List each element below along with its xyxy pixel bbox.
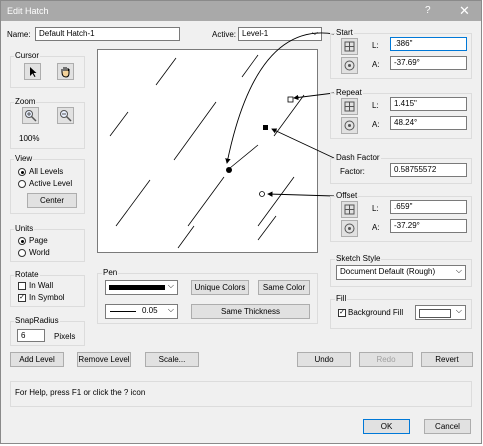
sketch-style-value: Document Default (Rough) [340,267,436,276]
add-level-button[interactable]: Add Level [10,352,64,367]
repeat-length-field[interactable]: 1.415" [390,97,467,111]
help-box: For Help, press F1 or click the ? icon [10,381,472,407]
background-fill-label: Background Fill [348,308,404,317]
fill-color-swatch [419,309,451,318]
edit-hatch-dialog: Edit Hatch ? ✕ Name: Default Hatch-1 Act… [0,0,482,444]
pen-title: Pen [102,268,119,277]
repeat-grid-button[interactable] [341,98,358,115]
scale-button[interactable]: Scale... [145,352,199,367]
sketch-style-title: Sketch Style [335,254,382,263]
grid-snap-icon [344,101,355,112]
offset-angle-field[interactable]: -37.29° [390,219,467,233]
repeat-title: Repeat [335,88,363,97]
offset-l-label: L: [372,204,379,213]
redo-button[interactable]: Redo [359,352,413,367]
chevron-down-icon: ⌵ [167,305,174,314]
chevron-down-icon: ⌵ [455,306,462,315]
revert-button[interactable]: Revert [421,352,473,367]
repeat-angle-field[interactable]: 48.24° [390,116,467,130]
start-title: Start [335,28,354,37]
start-a-label: A: [372,60,380,69]
start-l-label: L: [372,41,379,50]
start-angle-field[interactable]: -37.69° [390,56,467,70]
pen-color-select[interactable]: ⌵ [105,280,178,295]
start-length-field[interactable]: .386" [390,37,467,51]
offset-pick-button[interactable] [341,220,358,237]
offset-a-label: A: [372,223,380,232]
grid-snap-icon [344,41,355,52]
ok-button[interactable]: OK [363,419,410,434]
same-color-button[interactable]: Same Color [258,280,310,295]
background-fill-checkbox[interactable]: ✓ [338,309,346,317]
pen-color-swatch [109,285,165,290]
start-grid-button[interactable] [341,38,358,55]
cancel-button[interactable]: Cancel [424,419,471,434]
target-pick-icon [344,223,355,234]
offset-grid-button[interactable] [341,201,358,218]
dash-factor-field[interactable]: 0.58755572 [390,163,467,177]
dash-factor-label: Factor: [340,167,365,176]
same-thickness-button[interactable]: Same Thickness [191,304,310,319]
repeat-l-label: L: [372,101,379,110]
pen-weight-select[interactable]: 0.05 ⌵ [105,304,178,319]
start-pick-button[interactable] [341,57,358,74]
sketch-style-select[interactable]: Document Default (Rough) ⌵ [336,265,466,280]
remove-level-button[interactable]: Remove Level [77,352,131,367]
chevron-down-icon: ⌵ [167,281,174,290]
repeat-pick-button[interactable] [341,117,358,134]
unique-colors-button[interactable]: Unique Colors [191,280,249,295]
chevron-down-icon: ⌵ [455,266,462,275]
repeat-a-label: A: [372,120,380,129]
pen-weight-line [110,311,136,312]
target-pick-icon [344,60,355,71]
offset-title: Offset [335,191,359,200]
fill-color-select[interactable]: ⌵ [415,305,466,320]
fill-title: Fill [335,294,348,303]
pen-weight-value: 0.05 [142,306,158,315]
help-text: For Help, press F1 or click the ? icon [15,388,146,397]
target-pick-icon [344,120,355,131]
offset-length-field[interactable]: .659" [390,200,467,214]
undo-button[interactable]: Undo [297,352,351,367]
grid-snap-icon [344,204,355,215]
dash-factor-title: Dash Factor [335,153,381,162]
